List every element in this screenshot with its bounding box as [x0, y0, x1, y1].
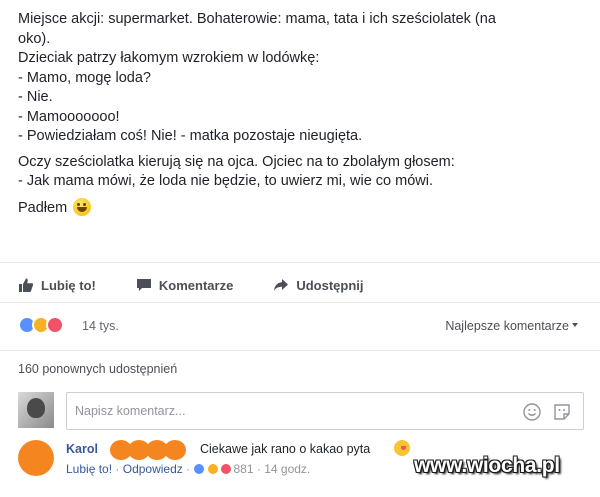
comment-sort-label: Najlepsze komentarze [445, 319, 569, 333]
user-avatar [18, 392, 54, 428]
post-line: - Nie. [18, 89, 53, 105]
post-line: - Powiedziałam coś! Nie! - matka pozosta… [18, 128, 363, 144]
sticker-icon[interactable] [553, 403, 571, 421]
divider [0, 262, 600, 263]
comment-sort-dropdown[interactable]: Najlepsze komentarze [445, 319, 578, 333]
separator-dot: · [186, 462, 191, 476]
post-line: Padłem [18, 199, 68, 216]
comment-bubble-icon [136, 279, 151, 291]
comment-input-placeholder: Napisz komentarz... [75, 404, 186, 418]
tongue-out-emoji-icon [394, 440, 410, 456]
comment-text: Ciekawe jak rano o kakao pyta [200, 442, 371, 456]
caret-down-icon [572, 323, 578, 327]
emoji-picker-icon[interactable] [523, 403, 541, 421]
comment-button[interactable]: Komentarze [136, 274, 233, 296]
share-arrow-icon [274, 279, 289, 291]
comment-reaction-count[interactable]: 881 [234, 462, 254, 476]
reaction-icons[interactable] [18, 316, 64, 334]
site-watermark: www.wiocha.pl [414, 454, 560, 477]
comment-like-link[interactable]: Lubię to! [66, 462, 112, 476]
love-reaction-icon [220, 463, 233, 475]
like-button-label: Lubię to! [41, 277, 96, 293]
post-body: Miejsce akcji: supermarket. Bohaterowie:… [18, 10, 578, 224]
post-line: Oczy sześciolatka kierują się na ojca. O… [18, 153, 455, 170]
shares-count-link[interactable]: 160 ponownych udostępnień [18, 362, 177, 376]
share-button-label: Udostępnij [296, 277, 364, 293]
post-line: oko). [18, 30, 51, 47]
comment-input[interactable]: Napisz komentarz... [66, 392, 584, 430]
comment-timestamp[interactable]: 14 godz. [264, 462, 310, 476]
post-line: - Jak mama mówi, że loda nie będzie, to … [18, 173, 434, 189]
separator-dot: · [256, 462, 261, 476]
love-reaction-icon [46, 316, 64, 334]
haha-reaction-icon [206, 463, 219, 475]
comment-button-label: Komentarze [158, 277, 234, 293]
reactions-summary: 14 tys. Najlepsze komentarze [18, 316, 588, 338]
comment-composer: Napisz komentarz... [18, 392, 584, 430]
grinning-face-emoji-icon [73, 197, 92, 216]
comment-reply-link[interactable]: Odpowiedz [123, 462, 183, 476]
divider [0, 350, 600, 351]
like-reaction-icon [193, 463, 206, 475]
commenter-avatar[interactable] [18, 440, 54, 476]
comment-meta: Lubię to! · Odpowiedz · 881 · 14 godz. [66, 462, 310, 476]
post-line: - Mamo, mogę loda? [18, 69, 151, 86]
like-button[interactable]: Lubię to! [18, 274, 96, 296]
facebook-post-card: Miejsce akcji: supermarket. Bohaterowie:… [0, 0, 600, 497]
censored-name-blob [110, 440, 186, 460]
share-button[interactable]: Udostępnij [273, 274, 363, 296]
thumbs-up-icon [19, 278, 34, 292]
post-line: Miejsce akcji: supermarket. Bohaterowie:… [18, 11, 496, 27]
comment-author[interactable]: Karol [66, 442, 98, 456]
post-actions-bar: Lubię to! Komentarze Udostępnij [18, 274, 403, 296]
post-line: Dzieciak patrzy łakomym wzrokiem w lodów… [18, 50, 320, 66]
divider [0, 302, 600, 303]
reaction-count[interactable]: 14 tys. [82, 319, 119, 333]
separator-dot: · [115, 462, 120, 476]
post-line: - Mamooooooo! [18, 108, 120, 125]
